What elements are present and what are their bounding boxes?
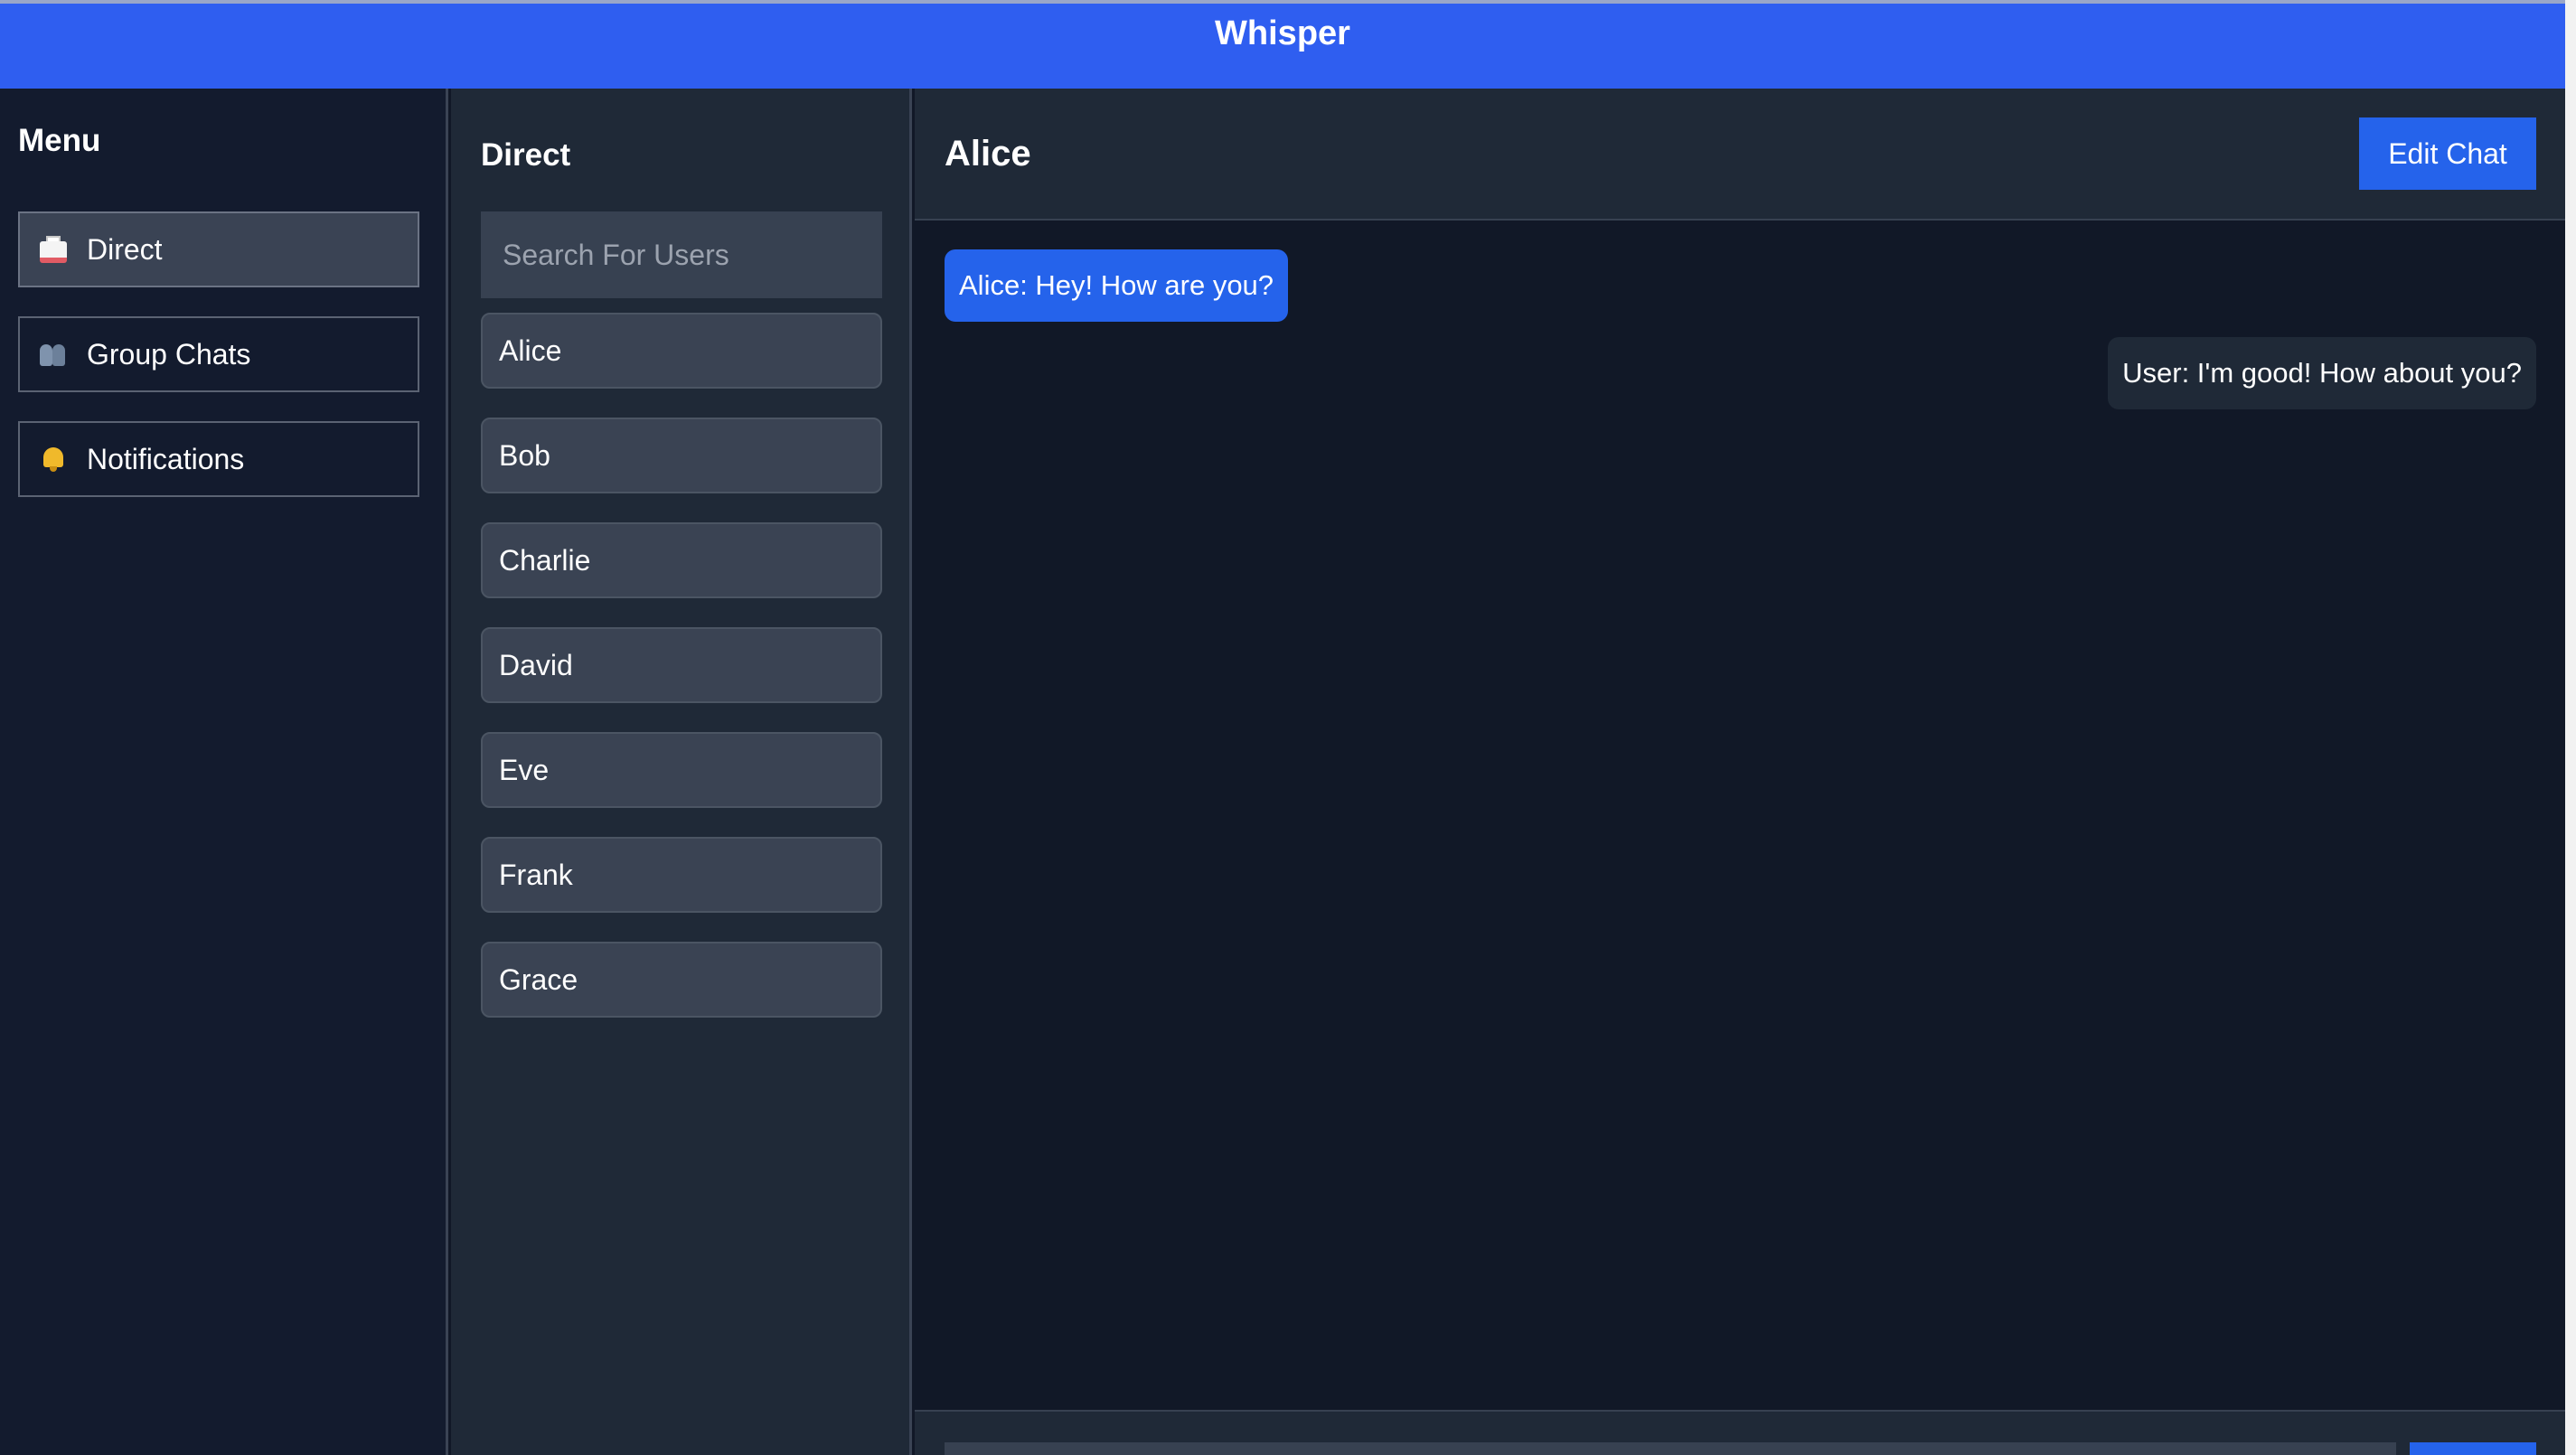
menu-item-group-chats[interactable]: Group Chats bbox=[18, 316, 419, 392]
user-item-bob[interactable]: Bob bbox=[481, 418, 882, 493]
user-item-eve[interactable]: Eve bbox=[481, 732, 882, 808]
direct-title: Direct bbox=[481, 137, 571, 173]
message-outgoing: User: I'm good! How about you? bbox=[2108, 337, 2536, 409]
edit-chat-button[interactable]: Edit Chat bbox=[2359, 117, 2536, 190]
search-users-input[interactable] bbox=[481, 211, 882, 298]
menu-item-notifications[interactable]: Notifications bbox=[18, 421, 419, 497]
people-icon bbox=[38, 339, 69, 370]
user-item-frank[interactable]: Frank bbox=[481, 837, 882, 913]
window-edge bbox=[2565, 0, 2576, 1455]
message-input[interactable] bbox=[945, 1442, 2396, 1455]
user-item-charlie[interactable]: Charlie bbox=[481, 522, 882, 598]
menu-item-direct[interactable]: Direct bbox=[18, 211, 419, 287]
chat-title: Alice bbox=[945, 134, 1031, 174]
inbox-icon bbox=[38, 234, 69, 265]
menu-sidebar: Menu Direct Group Chats Notifications N bbox=[0, 89, 448, 1455]
user-item-alice[interactable]: Alice bbox=[481, 313, 882, 389]
menu-title: Menu bbox=[18, 123, 101, 158]
send-button[interactable] bbox=[2410, 1442, 2536, 1455]
bell-icon bbox=[38, 444, 69, 474]
menu-item-label: Direct bbox=[87, 232, 163, 266]
app-title: Whisper bbox=[1215, 14, 1350, 52]
menu-item-label: Notifications bbox=[87, 442, 245, 475]
menu-item-label: Group Chats bbox=[87, 337, 251, 371]
user-item-grace[interactable]: Grace bbox=[481, 942, 882, 1018]
app-header: Whisper bbox=[0, 0, 2565, 89]
app-window: Whisper Menu Direct Group Chats Notifica… bbox=[0, 0, 2576, 1455]
chat-panel: Alice Edit Chat Alice: Hey! How are you?… bbox=[915, 89, 2565, 1455]
user-item-david[interactable]: David bbox=[481, 627, 882, 703]
direct-panel: Direct Alice Bob Charlie David Eve Frank… bbox=[451, 89, 912, 1455]
message-composer bbox=[915, 1410, 2565, 1455]
chat-header: Alice Edit Chat bbox=[915, 89, 2565, 221]
message-incoming: Alice: Hey! How are you? bbox=[945, 249, 1289, 322]
